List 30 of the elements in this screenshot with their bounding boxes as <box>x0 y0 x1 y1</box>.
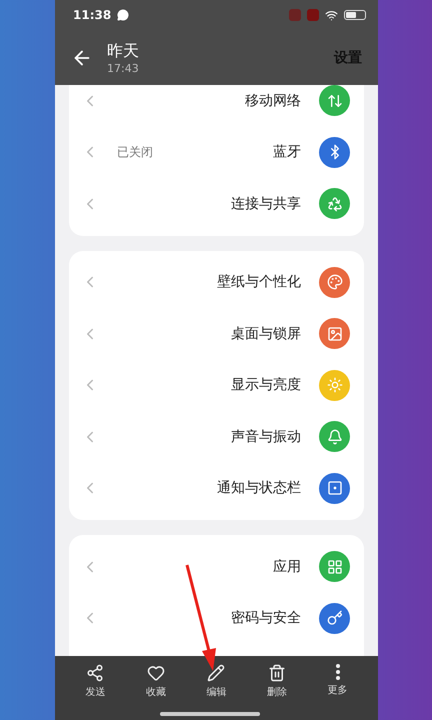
toolbar-button[interactable]: 收藏 <box>136 664 176 700</box>
trash-icon <box>268 664 286 682</box>
wifi-icon <box>325 8 338 22</box>
toolbar-button[interactable]: 发送 <box>75 664 116 700</box>
status-time: 11:38 <box>73 8 112 22</box>
setting-label[interactable]: 密码与安全 <box>231 609 301 628</box>
setting-label[interactable]: 桌面与锁屏 <box>231 324 301 343</box>
toolbar-button[interactable]: 更多 <box>318 664 358 700</box>
share-icon <box>86 664 104 682</box>
header-title: 昨天 <box>107 40 139 62</box>
setting-label[interactable]: 连接与共享 <box>231 194 301 213</box>
toolbar-button[interactable]: 删除 <box>257 664 298 700</box>
header-subtitle: 17:43 <box>107 62 139 74</box>
heart-icon <box>146 664 165 682</box>
setting-label[interactable]: 声音与振动 <box>231 428 301 446</box>
setting-label[interactable]: 应用 <box>273 558 301 576</box>
pencil-icon <box>207 664 226 682</box>
toolbar-button[interactable]: 编辑 <box>196 664 236 700</box>
setting-label[interactable]: 显示与亮度 <box>231 376 301 394</box>
setting-label[interactable]: 蓝牙 <box>273 143 301 162</box>
setting-label[interactable]: 移动网络 <box>245 92 301 110</box>
chat-icon <box>117 9 130 21</box>
more-icon <box>336 664 340 680</box>
setting-label[interactable]: 壁纸与个性化 <box>217 273 301 292</box>
battery-icon <box>344 10 366 20</box>
home-indicator[interactable] <box>160 712 260 716</box>
status-icon <box>289 9 301 21</box>
status-icon <box>307 9 319 21</box>
setting-value: 已关闭 <box>117 144 153 161</box>
setting-label[interactable]: 通知与状态栏 <box>217 479 301 498</box>
